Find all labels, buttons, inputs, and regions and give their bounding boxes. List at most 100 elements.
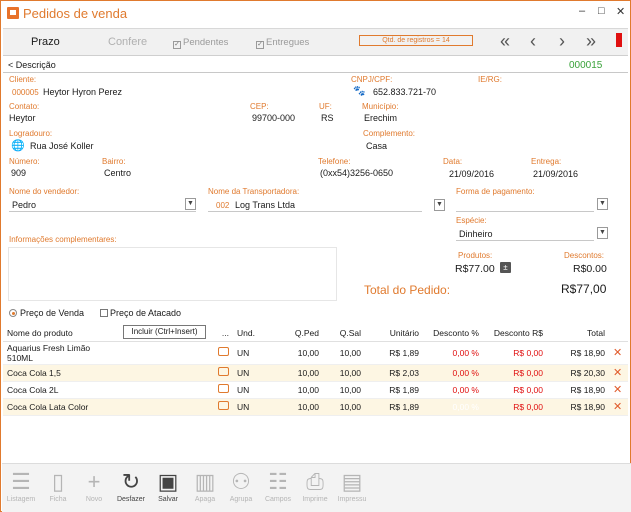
delete-icon[interactable]: ✕ <box>613 401 622 413</box>
cell-nome[interactable]: Coca Cola 2L <box>3 381 113 399</box>
cell-qsal[interactable]: 10,00 <box>323 364 365 382</box>
chevron-down-icon[interactable]: ▼ <box>597 198 608 210</box>
novo-button[interactable]: + Novo <box>79 468 109 503</box>
listagem-button[interactable]: ☰ Listagem <box>6 468 36 503</box>
cell-und[interactable]: UN <box>233 398 277 416</box>
municipio-field[interactable]: Erechim <box>364 113 397 123</box>
delete-icon[interactable]: ✕ <box>613 367 622 379</box>
comment-icon[interactable] <box>218 347 229 356</box>
comment-icon[interactable] <box>218 384 229 393</box>
prazo-button[interactable]: Prazo <box>31 36 60 48</box>
cell-unit[interactable]: R$ 1,89 <box>365 341 423 365</box>
cell-qsal[interactable]: 10,00 <box>323 341 365 365</box>
cliente-field[interactable]: Heytor Hyron Perez <box>43 87 122 97</box>
confere-button[interactable]: Confere <box>108 36 147 48</box>
col-total[interactable]: Total <box>547 325 609 342</box>
minimize-button[interactable]: – <box>579 5 585 17</box>
cell-qsal[interactable]: 10,00 <box>323 398 365 416</box>
entregues-checkbox[interactable]: ✓ Entregues <box>256 37 309 49</box>
cell-descr[interactable]: R$ 0,00 <box>483 381 547 399</box>
first-record-icon[interactable]: « <box>500 31 510 52</box>
ficha-button[interactable]: ▯ Ficha <box>43 468 73 503</box>
col-desconto-pct[interactable]: Desconto % <box>423 325 483 342</box>
salvar-button[interactable]: ▣ Salvar <box>153 468 183 503</box>
cell-delete[interactable]: ✕ <box>609 398 628 416</box>
cep-field[interactable]: 99700-000 <box>252 113 295 123</box>
close-button[interactable]: ✕ <box>616 5 625 18</box>
cell-descr[interactable]: R$ 0,00 <box>483 341 547 365</box>
preco-venda-radio[interactable]: Preço de Venda <box>9 308 84 318</box>
comment-icon[interactable] <box>218 367 229 376</box>
chevron-down-icon[interactable]: ▼ <box>597 227 608 239</box>
cell-nome[interactable]: Coca Cola Lata Color <box>3 398 113 416</box>
data-field[interactable]: 21/09/2016 <box>449 169 494 179</box>
apaga-button[interactable]: ▥ Apaga <box>190 468 220 503</box>
pendentes-checkbox[interactable]: ✓ Pendentes <box>173 37 228 49</box>
table-row[interactable]: Coca Cola 1,5 UN 10,00 10,00 R$ 2,03 0,0… <box>3 364 628 382</box>
maximize-button[interactable]: □ <box>598 5 605 17</box>
col-qped[interactable]: Q.Ped <box>277 325 323 342</box>
cell-delete[interactable]: ✕ <box>609 381 628 399</box>
transportadora-combo[interactable]: 002 Log Trans Ltda <box>208 198 422 212</box>
cell-descp[interactable]: 0,00 % <box>423 341 483 365</box>
table-row[interactable]: Coca Cola 2L UN 10,00 10,00 R$ 1,89 0,00… <box>3 381 628 399</box>
preco-atacado-checkbox[interactable]: Preço de Atacado <box>100 308 181 318</box>
cell-unit[interactable]: R$ 2,03 <box>365 364 423 382</box>
cell-delete[interactable]: ✕ <box>609 341 628 365</box>
cell-qsal[interactable]: 10,00 <box>323 381 365 399</box>
cell-descp[interactable]: 0,00 % <box>423 381 483 399</box>
cell-qped[interactable]: 10,00 <box>277 341 323 365</box>
cell-qped[interactable]: 10,00 <box>277 381 323 399</box>
col-qsal[interactable]: Q.Sal <box>323 325 365 342</box>
last-record-icon[interactable]: » <box>586 31 596 52</box>
campos-button[interactable]: ☷ Campos <box>263 468 293 503</box>
cell-descr[interactable]: R$ 0,00 <box>483 364 547 382</box>
imprime-button[interactable]: ⎙ Imprime <box>300 468 330 503</box>
col-desconto-rs[interactable]: Desconto R$ <box>483 325 547 342</box>
info-textarea[interactable] <box>8 247 337 301</box>
chevron-down-icon[interactable]: ▼ <box>434 199 445 211</box>
chevron-down-icon[interactable]: ▼ <box>185 198 196 210</box>
next-record-icon[interactable]: › <box>559 31 565 52</box>
cell-unit[interactable]: R$ 1,89 <box>365 381 423 399</box>
cell-note[interactable] <box>113 364 233 382</box>
col-unitario[interactable]: Unitário <box>365 325 423 342</box>
complemento-field[interactable]: Casa <box>366 141 387 151</box>
pagamento-combo[interactable] <box>456 198 594 212</box>
numero-field[interactable]: 909 <box>11 168 26 178</box>
cell-descr[interactable]: R$ 0,00 <box>483 398 547 416</box>
cell-delete[interactable]: ✕ <box>609 364 628 382</box>
delete-icon[interactable]: ✕ <box>613 347 622 359</box>
cell-note[interactable] <box>113 341 233 365</box>
bairro-field[interactable]: Centro <box>104 168 131 178</box>
cell-descp[interactable]: 0,00 % <box>423 364 483 382</box>
contato-field[interactable]: Heytor <box>9 113 36 123</box>
cnpj-field[interactable]: 652.833.721-70 <box>373 87 436 97</box>
cell-unit[interactable]: R$ 1,89 <box>365 398 423 416</box>
col-nome[interactable]: Nome do produto <box>3 325 113 342</box>
comment-icon[interactable] <box>218 401 229 410</box>
vendedor-combo[interactable]: Pedro ▼ <box>9 198 196 212</box>
entrega-field[interactable]: 21/09/2016 <box>533 169 578 179</box>
cell-nome[interactable]: Coca Cola 1,5 <box>3 364 113 382</box>
impressu-button[interactable]: ▤ Impressu <box>337 468 367 503</box>
col-und[interactable]: Und. <box>233 325 277 342</box>
delete-icon[interactable]: ✕ <box>613 384 622 396</box>
previous-record-icon[interactable]: ‹ <box>530 31 536 52</box>
section-title[interactable]: < Descrição <box>8 60 56 70</box>
telefone-field[interactable]: (0xx54)3256-0650 <box>320 168 393 178</box>
cell-note[interactable] <box>113 398 233 416</box>
cell-note[interactable] <box>113 381 233 399</box>
logradouro-field[interactable]: Rua José Koller <box>30 141 94 151</box>
especie-combo[interactable]: Dinheiro <box>456 227 594 241</box>
cell-und[interactable]: UN <box>233 341 277 365</box>
table-row[interactable]: Aquarius Fresh Limão 510ML UN 10,00 10,0… <box>3 341 628 365</box>
cell-qped[interactable]: 10,00 <box>277 364 323 382</box>
cell-qped[interactable]: 10,00 <box>277 398 323 416</box>
cell-descp-selected[interactable]: 0,00 % <box>423 398 483 416</box>
cell-und[interactable]: UN <box>233 364 277 382</box>
globe-icon[interactable]: 🌐 <box>11 139 25 152</box>
desfazer-button[interactable]: ↻ Desfazer <box>116 468 146 503</box>
cell-und[interactable]: UN <box>233 381 277 399</box>
agrupa-button[interactable]: ⚇ Agrupa <box>226 468 256 503</box>
